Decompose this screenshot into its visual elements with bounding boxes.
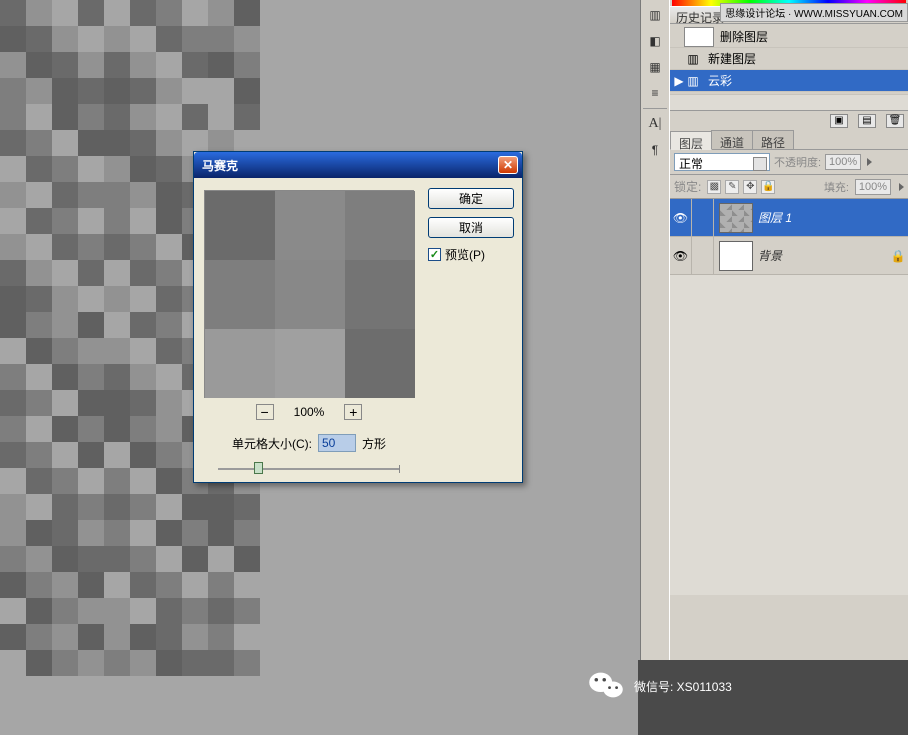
cell-size-input[interactable]: 50 [318,434,356,452]
layer-name[interactable]: 图层 1 [758,209,908,226]
snapshot-icon[interactable]: ▣ [830,114,848,128]
opacity-input[interactable]: 100% [825,154,861,170]
layer-name[interactable]: 背景 [758,247,888,264]
lock-buttons: ▩ ✎ ✥ 🔒 [707,180,775,194]
cell-size-slider[interactable] [218,462,400,476]
tool-dock: ▥ ◧ ▦ ≡ A| ¶ [640,0,670,735]
link-cell[interactable] [692,199,714,236]
wechat-label: 微信号: XS011033 [634,678,732,695]
layer-row[interactable]: 👁 图层 1 [670,199,908,237]
preview-label: 预览(P) [445,246,485,263]
slider-thumb[interactable] [254,462,263,474]
styles-icon[interactable]: ≡ [644,82,666,104]
text-tool-icon[interactable]: A| [644,113,666,135]
lock-icon: 🔒 [888,249,908,263]
layers-empty-area [670,275,908,595]
lock-move-icon[interactable]: ✥ [743,180,757,194]
new-icon[interactable]: ▤ [858,114,876,128]
play-icon: ▶ [674,74,684,88]
history-label: 删除图层 [720,28,768,45]
source-watermark: 思缘设计论坛 · WWW.MISSYUAN.COM [720,3,908,22]
tab-paths[interactable]: 路径 [752,130,794,149]
trash-icon[interactable]: 🗑 [886,114,904,128]
chevron-right-icon[interactable] [867,158,872,166]
document-icon: ▥ [684,73,702,89]
lock-brush-icon[interactable]: ✎ [725,180,739,194]
history-footer: ▣ ▤ 🗑 [670,110,908,130]
dialog-titlebar[interactable]: 马赛克 ✕ [194,152,522,178]
history-item[interactable]: ▥ 新建图层 [670,48,908,70]
mosaic-preview[interactable] [204,190,414,398]
chevron-right-icon[interactable] [899,183,904,191]
tab-channels[interactable]: 通道 [711,130,753,149]
zoom-out-button[interactable]: − [256,404,274,420]
lock-label: 锁定: [674,178,701,195]
cell-size-label: 单元格大小(C): [232,435,312,452]
history-item[interactable]: 删除图层 [670,26,908,48]
layer-thumb[interactable] [719,203,753,233]
blend-mode-select[interactable]: 正常 [674,153,770,171]
dialog-title: 马赛克 [202,157,498,174]
zoom-value: 100% [294,405,325,419]
color-icon[interactable]: ◧ [644,30,666,52]
swatch-icon[interactable]: ▦ [644,56,666,78]
lock-all-icon[interactable]: 🔒 [761,180,775,194]
layer-row[interactable]: 👁 背景 🔒 [670,237,908,275]
zoom-in-button[interactable]: + [344,404,362,420]
layer-panel-tabs: 图层 通道 路径 [670,130,908,150]
history-label: 新建图层 [708,50,756,67]
lock-transparent-icon[interactable]: ▩ [707,180,721,194]
mosaic-dialog: 马赛克 ✕ − 100% + 单元格大小(C): 50 [193,151,523,483]
cell-size-unit: 方形 [362,435,386,452]
navigator-icon[interactable]: ▥ [644,4,666,26]
ok-button[interactable]: 确定 [428,188,514,209]
layer-thumb[interactable] [719,241,753,271]
wechat-icon [588,670,624,703]
fill-input[interactable]: 100% [855,179,891,195]
opacity-label: 不透明度: [774,154,821,170]
fill-label: 填充: [824,179,849,195]
cancel-button[interactable]: 取消 [428,217,514,238]
layers-list: 👁 图层 1 👁 背景 🔒 [670,199,908,275]
history-label: 云彩 [708,72,732,89]
close-icon[interactable]: ✕ [498,156,518,174]
history-item[interactable]: ▶ ▥ 云彩 [670,70,908,92]
tab-layers[interactable]: 图层 [670,131,712,150]
preview-checkbox[interactable]: ✓ [428,248,441,261]
visibility-icon[interactable]: 👁 [670,199,692,236]
history-list: 删除图层 ▥ 新建图层 ▶ ▥ 云彩 [670,24,908,94]
document-icon: ▥ [684,51,702,67]
visibility-icon[interactable]: 👁 [670,237,692,274]
right-panels: 思缘设计论坛 · WWW.MISSYUAN.COM 历史记录 删除图层 ▥ 新建… [670,0,908,735]
paragraph-icon[interactable]: ¶ [644,139,666,161]
history-thumb-icon [684,27,714,47]
wechat-watermark: 微信号: XS011033 [588,670,732,703]
link-cell[interactable] [692,237,714,274]
